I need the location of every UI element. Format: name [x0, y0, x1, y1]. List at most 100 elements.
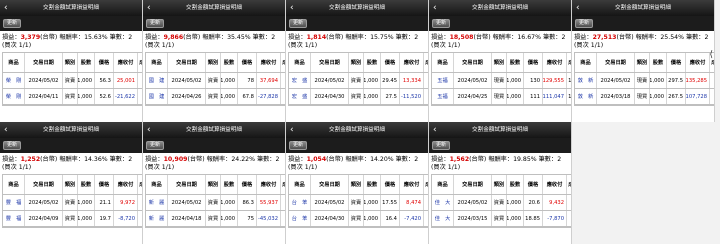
back-chevron-icon[interactable]: ‹ — [433, 0, 437, 16]
refresh-button[interactable]: 更新 — [146, 19, 165, 28]
table-row[interactable]: 國 建2024/05/02資賣1,0007837,69478 — [146, 73, 285, 89]
table-row[interactable]: 榮 剛2024/05/02資賣1,00056.325,00156 — [3, 73, 142, 89]
back-chevron-icon[interactable]: ‹ — [147, 122, 151, 138]
cell-price: 29.45 — [381, 73, 400, 88]
refresh-button[interactable]: 更新 — [432, 19, 451, 28]
column-header[interactable]: 應收付 — [114, 175, 138, 194]
column-header[interactable]: 股數 — [507, 53, 524, 72]
column-header[interactable]: 股數 — [221, 53, 238, 72]
column-header[interactable]: 商品 — [146, 175, 168, 194]
table-row[interactable]: 宏 盛2024/05/02資賣1,00029.4513,33429 — [289, 73, 428, 89]
column-header[interactable]: 價格 — [667, 53, 686, 72]
column-header[interactable]: 類別 — [63, 53, 78, 72]
table-row[interactable]: 佳 大2024/05/02資賣1,00020.69,43220 — [432, 195, 571, 211]
table-row[interactable]: 國 建2024/04/26資買1,00067.8-27,82867 — [146, 89, 285, 105]
column-header[interactable]: 商品 — [3, 175, 25, 194]
back-chevron-icon[interactable]: ‹ — [290, 122, 294, 138]
side-drawer-handle-icon[interactable]: ⟨ — [709, 50, 713, 60]
column-header[interactable]: 交易日期 — [597, 53, 635, 72]
back-chevron-icon[interactable]: ‹ — [4, 122, 8, 138]
column-header[interactable]: 類別 — [635, 53, 650, 72]
cell-ext: 18 — [567, 211, 571, 226]
column-header[interactable]: 商品 — [432, 175, 454, 194]
column-header[interactable]: 價格 — [238, 53, 257, 72]
column-header[interactable]: 股數 — [78, 53, 95, 72]
column-header[interactable]: 類別 — [349, 53, 364, 72]
refresh-button[interactable]: 更新 — [3, 141, 22, 150]
back-chevron-icon[interactable]: ‹ — [433, 122, 437, 138]
refresh-button[interactable]: 更新 — [146, 141, 165, 150]
table-row[interactable]: 新 麗2024/05/02資賣1,00086.355,93786 — [146, 195, 285, 211]
column-header[interactable]: 類別 — [492, 53, 507, 72]
column-header[interactable]: 交易日期 — [25, 53, 63, 72]
table-row[interactable]: 五福2024/04/25現買1,000111-111,047111 — [432, 89, 571, 105]
column-header[interactable]: 股數 — [507, 175, 524, 194]
column-header[interactable]: 應收付 — [686, 53, 710, 72]
column-header[interactable]: 應收付 — [400, 175, 424, 194]
column-header[interactable]: 交易日期 — [168, 53, 206, 72]
column-header[interactable]: 價格 — [95, 175, 114, 194]
column-header[interactable]: 交易日期 — [168, 175, 206, 194]
table-row[interactable]: 佳 大2024/03/15資買1,00018.85-7,87018 — [432, 211, 571, 227]
table-row[interactable]: 豐 福2024/04/09資買1,00019.7-8,72019 — [3, 211, 142, 227]
column-header[interactable]: 應收付 — [400, 53, 424, 72]
column-header[interactable]: 商品 — [3, 53, 25, 72]
column-header[interactable]: 類別 — [349, 175, 364, 194]
column-header[interactable]: 價格 — [238, 175, 257, 194]
column-header[interactable]: 股數 — [650, 53, 667, 72]
table-row[interactable]: 五福2024/05/02現賣1,000130129,555130 — [432, 73, 571, 89]
back-chevron-icon[interactable]: ‹ — [576, 0, 580, 16]
column-header[interactable]: 交易日期 — [311, 53, 349, 72]
currency-note: (台幣) — [183, 34, 201, 41]
column-header[interactable]: 商品 — [432, 53, 454, 72]
column-header[interactable]: 類別 — [206, 53, 221, 72]
back-chevron-icon[interactable]: ‹ — [4, 0, 8, 16]
column-header[interactable]: 交易日期 — [25, 175, 63, 194]
table-row[interactable]: 宏 盛2024/04/30資買1,00027.5-11,52027 — [289, 89, 428, 105]
column-header[interactable]: 股數 — [221, 175, 238, 194]
column-header[interactable]: 商品 — [575, 53, 597, 72]
cell-name: 五福 — [432, 73, 454, 88]
column-header[interactable]: 交易日期 — [311, 175, 349, 194]
column-header[interactable]: 價格 — [381, 53, 400, 72]
column-header[interactable]: 商品 — [146, 53, 168, 72]
table-row[interactable]: 新 麗2024/04/18資買1,00075-45,03275 — [146, 211, 285, 227]
back-chevron-icon[interactable]: ‹ — [290, 0, 294, 16]
refresh-button[interactable]: 更新 — [3, 19, 22, 28]
column-header[interactable]: 類別 — [206, 175, 221, 194]
column-header[interactable]: 股數 — [364, 175, 381, 194]
column-header[interactable]: 股數 — [78, 175, 95, 194]
table-row[interactable]: 台 苯2024/05/02資賣1,00017.558,47417 — [289, 195, 428, 211]
refresh-button[interactable]: 更新 — [575, 19, 594, 28]
column-header[interactable]: 類別 — [492, 175, 507, 194]
table-row[interactable]: 台 苯2024/04/30資買1,00016.4-7,42016 — [289, 211, 428, 227]
table-row[interactable]: 榮 剛2024/04/11資買1,00052.6-21,62252 — [3, 89, 142, 105]
refresh-button[interactable]: 更新 — [432, 141, 451, 150]
column-header[interactable]: 商品 — [289, 175, 311, 194]
column-header[interactable]: 應收付 — [114, 53, 138, 72]
return-label: 報酬率： — [59, 156, 85, 163]
column-header[interactable]: 價格 — [524, 175, 543, 194]
table-row[interactable]: 豐 福2024/05/02資賣1,00021.19,97221 — [3, 195, 142, 211]
table-row[interactable]: 敦 新 2024/05/02 現賣 1,000 297.5 135,285 — [575, 73, 714, 89]
column-header[interactable]: 商品 — [289, 53, 311, 72]
subtotal-note: (買次 1/1) — [288, 42, 318, 49]
column-header[interactable]: 應收付 — [543, 53, 567, 72]
column-header[interactable]: 交易日期 — [454, 175, 492, 194]
refresh-button[interactable]: 更新 — [289, 19, 308, 28]
column-header[interactable]: 價格 — [95, 53, 114, 72]
column-header[interactable]: 應收付 — [543, 175, 567, 194]
refresh-button[interactable]: 更新 — [289, 141, 308, 150]
column-header[interactable]: 應收付 — [257, 53, 281, 72]
column-header[interactable]: 應收付 — [257, 175, 281, 194]
back-chevron-icon[interactable]: ‹ — [147, 0, 151, 16]
count-value: 2 — [704, 34, 709, 41]
column-header[interactable]: 類別 — [63, 175, 78, 194]
toolbar: 更新 — [286, 138, 428, 153]
column-header[interactable]: 價格 — [381, 175, 400, 194]
column-header[interactable]: 價格 — [524, 53, 543, 72]
column-header[interactable]: 股數 — [364, 53, 381, 72]
column-header[interactable]: 成交 — [567, 175, 571, 194]
column-header[interactable]: 交易日期 — [454, 53, 492, 72]
table-row[interactable]: 敦 新 2024/03/18 現買 1,000 267.5 -107,728 — [575, 89, 714, 105]
